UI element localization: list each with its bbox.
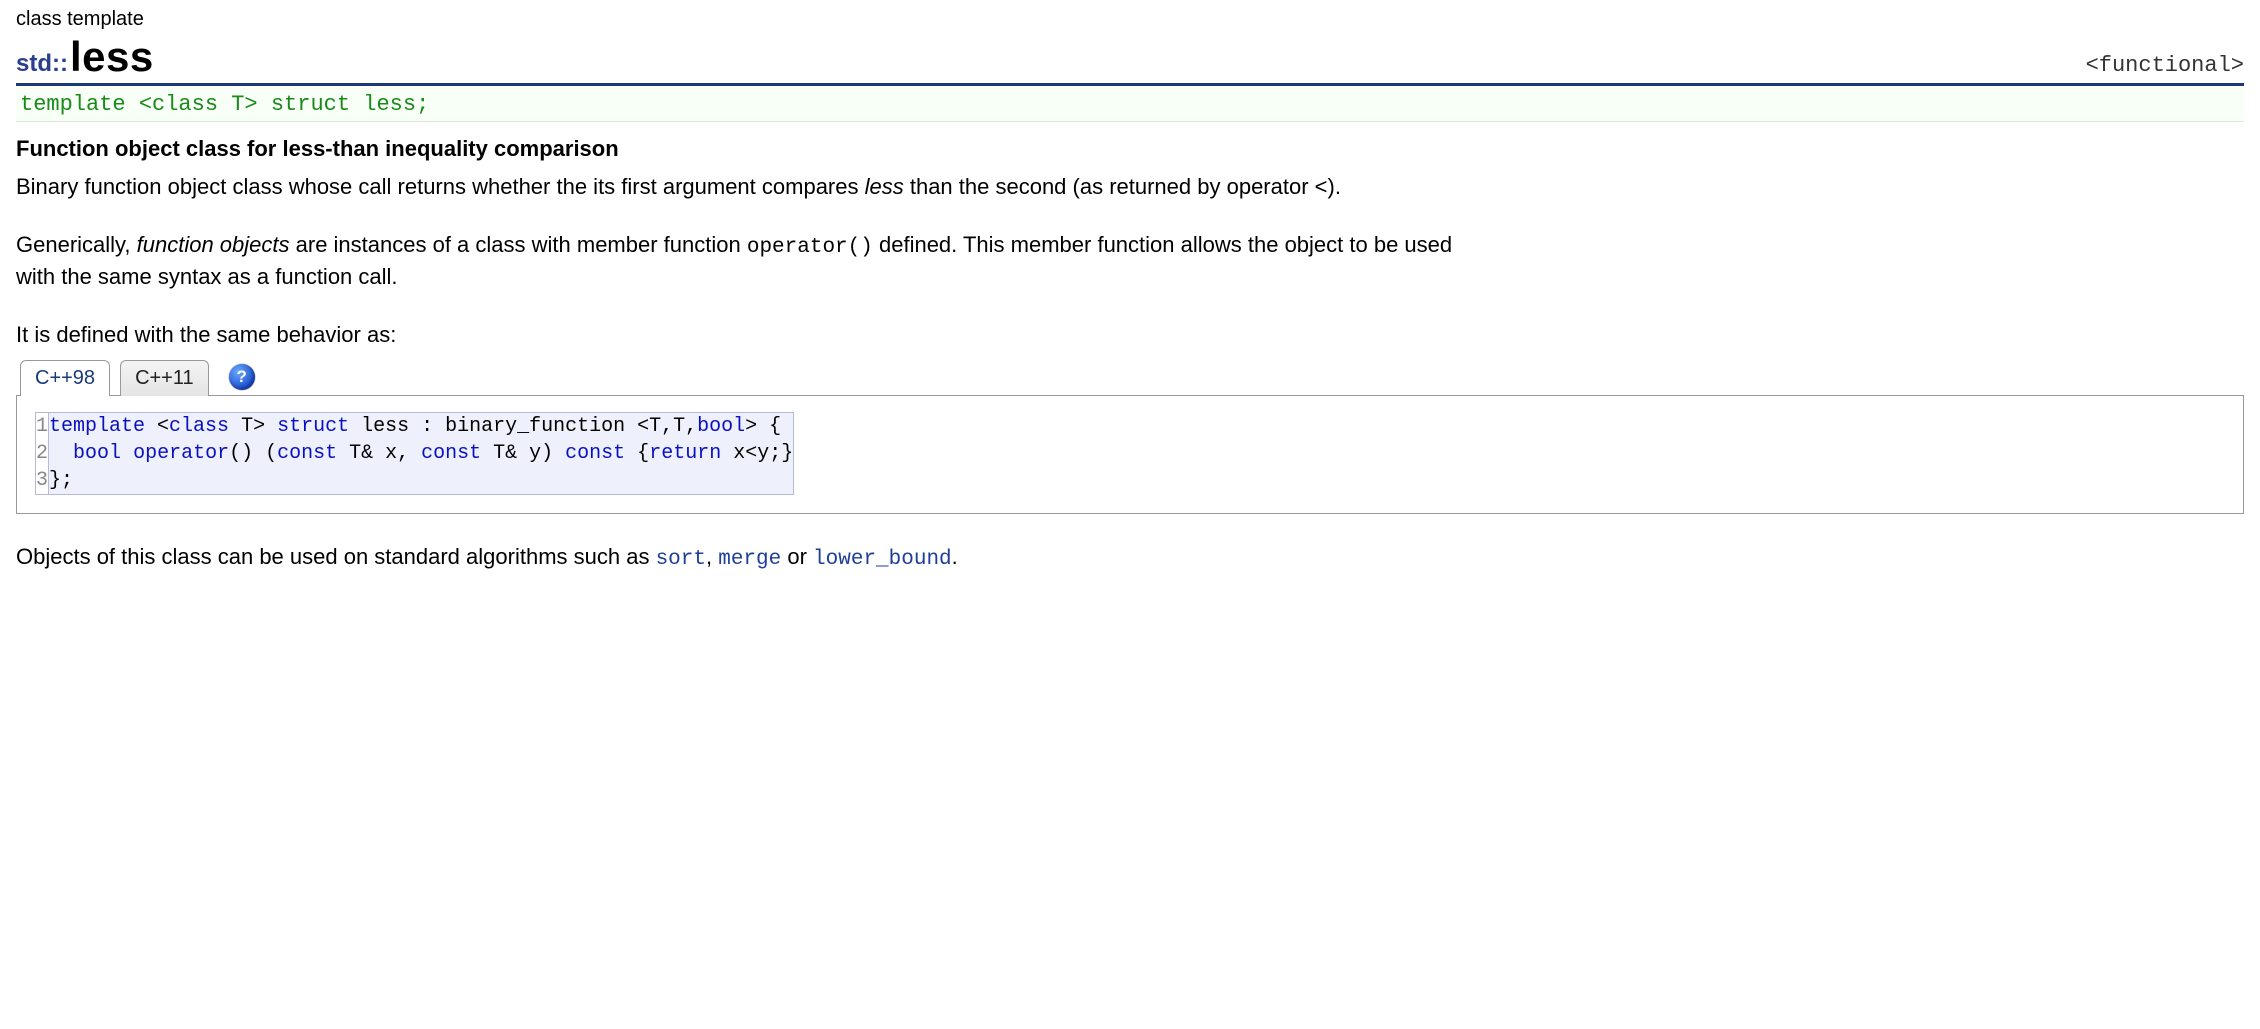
- code-text: x<y;}: [721, 442, 793, 465]
- text: are instances of a class with member fun…: [290, 232, 747, 257]
- code-line-numbers: 1 2 3: [36, 413, 49, 495]
- paragraph-footer: Objects of this class can be used on sta…: [16, 544, 2244, 571]
- text: ,: [706, 544, 718, 569]
- code-text: [49, 442, 73, 465]
- code-text: T& x,: [337, 442, 421, 465]
- text: Generically,: [16, 232, 137, 257]
- code-text: };: [49, 469, 73, 492]
- paragraph-1: Binary function object class whose call …: [16, 172, 1496, 202]
- paragraph-3: It is defined with the same behavior as:: [16, 320, 1496, 350]
- text: Objects of this class can be used on sta…: [16, 544, 656, 569]
- code-text: () (: [229, 442, 277, 465]
- tab-cpp98[interactable]: C++98: [20, 360, 110, 396]
- code-content: template <class T> struct less : binary_…: [49, 413, 794, 495]
- paragraph-2: Generically, function objects are instan…: [16, 230, 1496, 292]
- code-keyword: const: [277, 442, 337, 465]
- declaration-code: template <class T> struct less;: [20, 92, 429, 117]
- short-description: Function object class for less-than ineq…: [16, 136, 2244, 162]
- code-keyword: const: [421, 442, 481, 465]
- text: Binary function object class whose call …: [16, 174, 865, 199]
- header-file-hint: <functional>: [2086, 53, 2244, 78]
- em-function-objects: function objects: [137, 232, 290, 257]
- link-sort[interactable]: sort: [656, 548, 706, 571]
- code-keyword: template: [49, 415, 145, 438]
- tab-cpp11[interactable]: C++11: [120, 360, 209, 396]
- title-left: std::less: [16, 33, 154, 81]
- code-keyword: const: [565, 442, 625, 465]
- code-block: 1 2 3 template <class T> struct less : b…: [35, 412, 794, 495]
- code-text: <: [145, 415, 169, 438]
- text: .: [952, 544, 958, 569]
- code-keyword: class: [169, 415, 229, 438]
- code-text: [121, 442, 133, 465]
- code-keyword: operator: [133, 442, 229, 465]
- code-text: T>: [229, 415, 277, 438]
- code-text: > {: [745, 415, 781, 438]
- code-keyword: return: [649, 442, 721, 465]
- tab-panel: 1 2 3 template <class T> struct less : b…: [16, 395, 2244, 514]
- title-row: std::less <functional>: [16, 33, 2244, 86]
- kind-label: class template: [16, 8, 2244, 31]
- tab-bar: C++98 C++11 ?: [16, 359, 2244, 395]
- code-keyword: struct: [277, 415, 349, 438]
- code-keyword: bool: [697, 415, 745, 438]
- tabs-container: C++98 C++11 ? 1 2 3 template <class T> s…: [16, 359, 2244, 514]
- page-title: less: [70, 33, 154, 81]
- code-text: T& y): [481, 442, 565, 465]
- declaration-block: template <class T> struct less;: [16, 88, 2244, 122]
- text: than the second (as returned by operator…: [904, 174, 1341, 199]
- text: or: [781, 544, 813, 569]
- em-less: less: [865, 174, 904, 199]
- link-lower-bound[interactable]: lower_bound: [813, 548, 952, 571]
- code-keyword: bool: [73, 442, 121, 465]
- link-merge[interactable]: merge: [718, 548, 781, 571]
- title-namespace: std::: [16, 50, 68, 78]
- code-operator-parens: operator(): [747, 236, 873, 259]
- help-icon[interactable]: ?: [229, 364, 255, 390]
- code-text: less : binary_function <T,T,: [349, 415, 697, 438]
- code-text: {: [625, 442, 649, 465]
